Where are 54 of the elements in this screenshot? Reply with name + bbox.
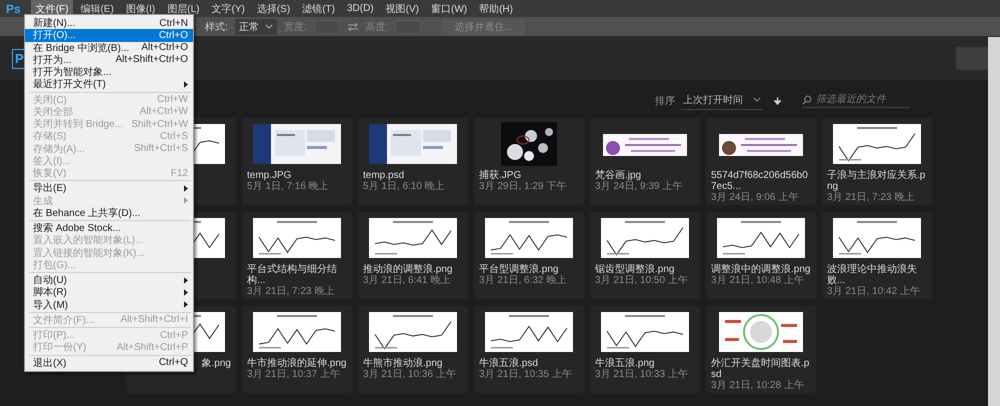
file-date: 5月 1日, 6:10 晚上 bbox=[363, 181, 446, 193]
keyboard-shortcut: Alt+Shift+Ctrl+I bbox=[119, 314, 188, 326]
file-name: 锯齿型调整浪.png bbox=[595, 264, 674, 275]
file-name: 牛市推动浪的延伸.png bbox=[247, 358, 347, 369]
keyboard-shortcut: Alt+Shift+Ctrl+P bbox=[116, 342, 188, 353]
sort-label: 排序 bbox=[655, 94, 675, 108]
file-name: 调整浪中的调整浪.png bbox=[711, 264, 811, 275]
file-date: 3月 21日, 10:37 上午 bbox=[247, 369, 341, 381]
file-name: 牛熊市推动浪.png bbox=[363, 358, 442, 369]
keyboard-shortcut: Ctrl+W bbox=[156, 94, 188, 106]
keyboard-shortcut: Alt+Ctrl+W bbox=[138, 106, 188, 118]
file-date: 3月 21日, 10:33 上午 bbox=[595, 369, 689, 381]
file-date: 5月 1日, 7:16 晚上 bbox=[247, 181, 330, 193]
style-label: 样式: bbox=[205, 20, 228, 34]
file-date: 3月 24日, 9:39 上午 bbox=[595, 181, 684, 193]
file-name: 波浪理论中推动浪失败... bbox=[827, 264, 918, 286]
keyboard-shortcut: Ctrl+Q bbox=[158, 357, 188, 368]
file-name: 象.png bbox=[202, 358, 231, 369]
keyboard-shortcut: Ctrl+P bbox=[158, 330, 188, 341]
file-date: 3月 24日, 9:06 上午 bbox=[711, 192, 800, 204]
keyboard-shortcut: Alt+Ctrl+O bbox=[140, 42, 188, 54]
keyboard-shortcut: Ctrl+O bbox=[158, 30, 188, 41]
file-date: 3月 21日, 10:48 上午 bbox=[711, 275, 805, 287]
height-label: 高度: bbox=[366, 20, 388, 34]
file-name: 外汇开关盘时间图表.psd bbox=[711, 358, 810, 380]
app-logo: Ps bbox=[6, 2, 21, 16]
file-name: 平台式结构与细分结构... bbox=[247, 264, 338, 286]
file-date: 3月 21日, 6:41 晚上 bbox=[363, 275, 452, 287]
file-date: 3月 21日, 7:23 晚上 bbox=[247, 286, 336, 298]
file-name: 牛浪五浪.psd bbox=[479, 358, 539, 369]
file-date: 3月 21日, 6:32 晚上 bbox=[479, 275, 568, 287]
keyboard-shortcut: F12 bbox=[170, 168, 188, 179]
keyboard-shortcut: Alt+Shift+Ctrl+O bbox=[114, 54, 188, 66]
file-name: 牛浪五浪.png bbox=[595, 358, 656, 369]
width-label: 宽度: bbox=[284, 20, 307, 34]
file-name: 5574d7f68c206d56b07ec5... bbox=[711, 170, 809, 192]
file-name: temp.JPG bbox=[247, 170, 292, 181]
keyboard-shortcut: Shift+Ctrl+S bbox=[133, 143, 188, 154]
file-date: 3月 21日, 10:50 上午 bbox=[595, 275, 689, 287]
file-date: 3月 21日, 10:28 上午 bbox=[711, 380, 805, 392]
file-date: 3月 21日, 7:23 晚上 bbox=[827, 192, 916, 204]
file-name: 捕获.JPG bbox=[479, 170, 522, 181]
file-name: 梵谷画.jpg bbox=[595, 170, 642, 181]
file-name: 子浪与主浪对应关系.png bbox=[827, 170, 926, 192]
file-name: temp.psd bbox=[363, 170, 406, 181]
file-date: 3月 21日, 10:42 上午 bbox=[827, 286, 921, 298]
file-name: 推动浪的调整浪.png bbox=[363, 264, 454, 275]
file-name: 平台型调整浪.png bbox=[479, 264, 558, 275]
file-date: 3月 21日, 10:36 上午 bbox=[363, 369, 457, 381]
keyboard-shortcut: Ctrl+S bbox=[158, 130, 188, 142]
file-date: 3月 21日, 10:35 上午 bbox=[479, 369, 573, 381]
keyboard-shortcut: Shift+Ctrl+W bbox=[130, 118, 188, 130]
file-date: 3月 29日, 1:29 下午 bbox=[479, 181, 568, 193]
keyboard-shortcut: Ctrl+N bbox=[158, 18, 188, 29]
